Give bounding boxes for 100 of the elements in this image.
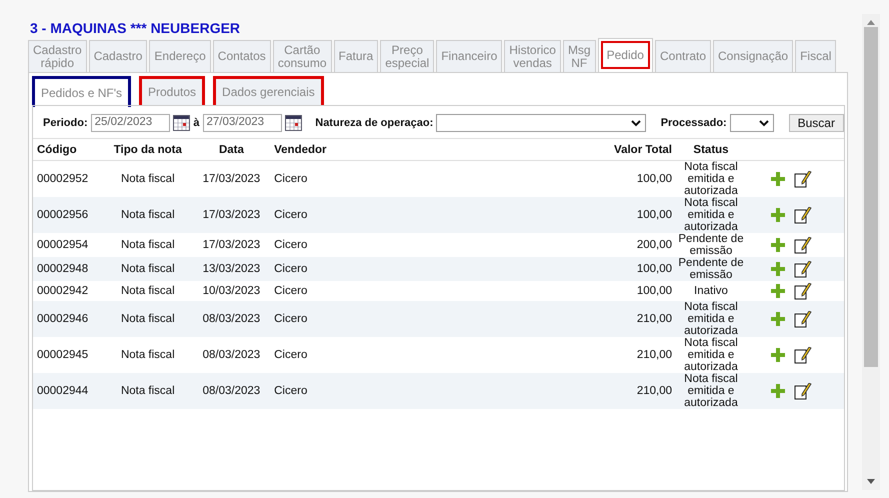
nature-dropdown[interactable] bbox=[436, 114, 646, 132]
column-header: Data bbox=[192, 139, 270, 160]
table-cell: Cicero bbox=[270, 337, 598, 373]
status-text: Nota fiscal emitida e autorizada bbox=[684, 337, 738, 373]
edit-icon[interactable] bbox=[794, 282, 812, 300]
status-text: Nota fiscal emitida e autorizada bbox=[684, 197, 738, 233]
table-cell: 100,00 bbox=[598, 197, 676, 233]
tab[interactable]: Consignação bbox=[713, 40, 794, 72]
plus-icon[interactable] bbox=[770, 283, 786, 299]
edit-icon[interactable] bbox=[794, 346, 812, 364]
sub-tab[interactable]: Produtos bbox=[139, 76, 206, 105]
tab[interactable]: Preço especial bbox=[380, 40, 434, 72]
column-header: Status bbox=[676, 139, 746, 160]
calendar-icon[interactable] bbox=[173, 115, 190, 131]
plus-icon[interactable] bbox=[770, 261, 786, 277]
table-cell: 00002956 bbox=[33, 197, 103, 233]
caret-icon bbox=[758, 120, 769, 126]
status-text: Pendente de emissão bbox=[678, 233, 744, 257]
plus-icon[interactable] bbox=[770, 237, 786, 253]
tab[interactable]: Cartão consumo bbox=[272, 40, 332, 72]
period-label: Periodo: bbox=[43, 117, 88, 129]
edit-icon[interactable] bbox=[794, 260, 812, 278]
plus-icon[interactable] bbox=[770, 383, 786, 399]
table-cell: Nota fiscal bbox=[102, 233, 193, 257]
table-cell: 100,00 bbox=[598, 160, 676, 197]
table-cell: 13/03/2023 bbox=[192, 257, 270, 281]
table-cell: 08/03/2023 bbox=[192, 373, 270, 409]
table-cell: 00002954 bbox=[33, 233, 103, 257]
edit-icon[interactable] bbox=[794, 170, 812, 188]
scroll-up-icon[interactable] bbox=[867, 19, 875, 25]
table-cell: 210,00 bbox=[598, 373, 676, 409]
tab[interactable]: Fatura bbox=[334, 40, 378, 72]
status-text: Nota fiscal emitida e autorizada bbox=[684, 301, 738, 337]
table-cell: 08/03/2023 bbox=[192, 301, 270, 337]
column-header: Valor Total bbox=[598, 139, 676, 160]
table-cell: 200,00 bbox=[598, 233, 676, 257]
table-cell: Cicero bbox=[270, 373, 598, 409]
tab[interactable]: Msg NF bbox=[562, 40, 596, 72]
status-text: Nota fiscal emitida e autorizada bbox=[684, 161, 738, 197]
column-header: Vendedor bbox=[270, 139, 598, 160]
plus-icon[interactable] bbox=[770, 171, 786, 187]
column-header: Código bbox=[33, 139, 103, 160]
table-cell: 00002948 bbox=[33, 257, 103, 281]
search-button[interactable]: Buscar bbox=[788, 114, 844, 132]
table-cell: 17/03/2023 bbox=[192, 197, 270, 233]
edit-icon[interactable] bbox=[794, 382, 812, 400]
plus-icon[interactable] bbox=[770, 347, 786, 363]
date-field[interactable]: 25/02/2023 bbox=[90, 114, 170, 132]
table-cell: 210,00 bbox=[598, 301, 676, 337]
table-cell: 210,00 bbox=[598, 337, 676, 373]
tab[interactable]: Financeiro bbox=[436, 40, 502, 72]
table-cell: Nota fiscal bbox=[102, 160, 193, 197]
status-text: Pendente de emissão bbox=[678, 257, 744, 281]
table-cell: 00002952 bbox=[33, 160, 103, 197]
nature-label: Natureza de operaçao: bbox=[315, 117, 434, 129]
edit-icon[interactable] bbox=[794, 206, 812, 224]
tab[interactable]: Fiscal bbox=[795, 40, 836, 72]
processed-label: Processado: bbox=[660, 117, 727, 129]
table-cell: 17/03/2023 bbox=[192, 233, 270, 257]
column-header: Tipo da nota bbox=[102, 139, 193, 160]
table-cell: Nota fiscal bbox=[102, 373, 193, 409]
plus-icon[interactable] bbox=[770, 207, 786, 223]
table-cell: Nota fiscal bbox=[102, 197, 193, 233]
calendar-icon[interactable] bbox=[285, 115, 302, 131]
caret-icon bbox=[630, 120, 641, 126]
edit-icon[interactable] bbox=[794, 310, 812, 328]
sub-tab[interactable]: Pedidos e NF's bbox=[32, 76, 131, 107]
tab[interactable]: Historico vendas bbox=[504, 40, 561, 72]
sub-tab[interactable]: Dados gerenciais bbox=[213, 76, 324, 105]
table-cell: Nota fiscal bbox=[102, 257, 193, 281]
plus-icon[interactable] bbox=[770, 311, 786, 327]
tab[interactable]: Endereço bbox=[149, 40, 211, 72]
tab[interactable]: Cadastro rápido bbox=[28, 40, 87, 72]
table-cell: 08/03/2023 bbox=[192, 337, 270, 373]
table-cell: 00002945 bbox=[33, 337, 103, 373]
scroll-down-icon[interactable] bbox=[867, 479, 875, 485]
table-cell: Nota fiscal bbox=[102, 281, 193, 301]
table-cell: Nota fiscal bbox=[102, 301, 193, 337]
tab[interactable]: Pedido bbox=[598, 38, 653, 72]
table-cell: Cicero bbox=[270, 281, 598, 301]
table-cell: 10/03/2023 bbox=[192, 281, 270, 301]
table-cell: 100,00 bbox=[598, 281, 676, 301]
table-cell: 00002946 bbox=[33, 301, 103, 337]
between-label: à bbox=[193, 117, 200, 129]
table-cell: Cicero bbox=[270, 257, 598, 281]
table-cell: Nota fiscal bbox=[102, 337, 193, 373]
table-cell: Cicero bbox=[270, 160, 598, 197]
tab[interactable]: Contrato bbox=[654, 40, 712, 72]
tab[interactable]: Contatos bbox=[212, 40, 271, 72]
processed-dropdown[interactable] bbox=[730, 114, 774, 132]
table-cell: 100,00 bbox=[598, 257, 676, 281]
table-cell: 00002942 bbox=[33, 281, 103, 301]
table-cell: Cicero bbox=[270, 301, 598, 337]
status-text: Nota fiscal emitida e autorizada bbox=[684, 373, 738, 409]
edit-icon[interactable] bbox=[794, 236, 812, 254]
table-cell: Cicero bbox=[270, 233, 598, 257]
date-field[interactable]: 27/03/2023 bbox=[202, 114, 282, 132]
tab[interactable]: Cadastro bbox=[88, 40, 148, 72]
table-cell: 17/03/2023 bbox=[192, 160, 270, 197]
scrollbar[interactable] bbox=[862, 14, 880, 490]
